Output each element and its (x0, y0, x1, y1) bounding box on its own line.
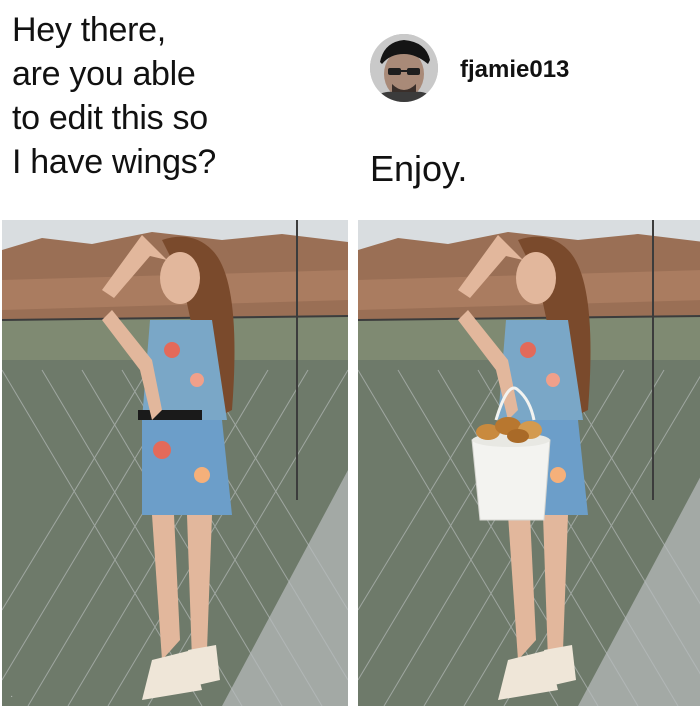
left-post-line: are you able (12, 55, 196, 93)
username[interactable]: fjamie013 (460, 56, 569, 84)
photo-edited-image (358, 220, 700, 706)
watermark: · (10, 691, 14, 702)
photo-original: · (2, 220, 348, 706)
left-post-line: Hey there, (12, 11, 166, 49)
left-post-text: Hey there, are you able to edit this so … (12, 8, 342, 184)
left-post-line: I have wings? (12, 143, 217, 181)
user-avatar-icon (370, 34, 438, 102)
reply-text: Enjoy. (370, 148, 468, 189)
photo-edited (358, 220, 700, 706)
avatar[interactable] (370, 34, 438, 102)
photo-original-image (2, 220, 348, 706)
left-post-line: to edit this so (12, 99, 208, 137)
reply-header: fjamie013 Enjoy. (368, 30, 688, 200)
